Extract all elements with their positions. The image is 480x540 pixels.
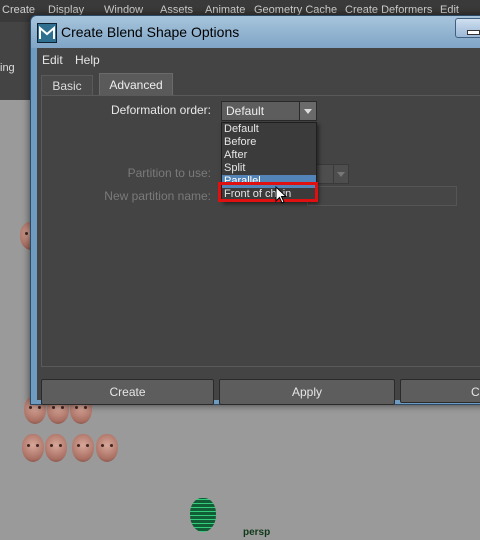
option-split[interactable]: Split (222, 162, 316, 175)
deformation-order-combo[interactable]: Default (221, 101, 317, 121)
option-after[interactable]: After (222, 149, 316, 162)
annotation-highlight-box (218, 182, 318, 202)
background-toolbar (0, 22, 30, 100)
option-before[interactable]: Before (222, 136, 316, 149)
dialog-client: Edit Help Basic Advanced Deformation ord… (37, 48, 480, 405)
face-icon (96, 434, 118, 462)
wireframe-head-icon[interactable] (190, 498, 216, 532)
partition-to-use-label: Partition to use: (127, 166, 211, 180)
deformation-order-label: Deformation order: (110, 103, 211, 117)
tab-basic[interactable]: Basic (41, 75, 93, 96)
menu-help[interactable]: Help (75, 53, 100, 67)
deformation-order-value: Default (226, 104, 265, 118)
dialog-titlebar[interactable]: Create Blend Shape Options (31, 16, 480, 48)
dialog-title: Create Blend Shape Options (61, 24, 240, 40)
dialog-menubar: Edit Help (37, 48, 480, 70)
chevron-down-icon[interactable] (299, 102, 316, 120)
face-icon (45, 434, 67, 462)
new-partition-name-field (307, 186, 457, 206)
close-button[interactable]: C (400, 379, 480, 403)
viewport-camera-label: persp (243, 527, 271, 538)
face-icon (72, 434, 94, 462)
option-default[interactable]: Default (222, 123, 316, 136)
create-button[interactable]: Create (41, 379, 214, 405)
blend-shape-options-dialog: Create Blend Shape Options Edit Help Bas… (30, 15, 480, 405)
shelf-label: ing (0, 62, 15, 74)
maya-app-icon (37, 23, 57, 43)
apply-button[interactable]: Apply (219, 379, 395, 405)
bg-menu-create: Create (2, 4, 36, 16)
menu-edit[interactable]: Edit (42, 53, 63, 67)
minimize-button[interactable] (455, 18, 480, 38)
tab-advanced[interactable]: Advanced (99, 73, 173, 96)
face-icon (22, 434, 44, 462)
chevron-down-icon (333, 165, 348, 183)
new-partition-name-label: New partition name: (104, 189, 211, 203)
